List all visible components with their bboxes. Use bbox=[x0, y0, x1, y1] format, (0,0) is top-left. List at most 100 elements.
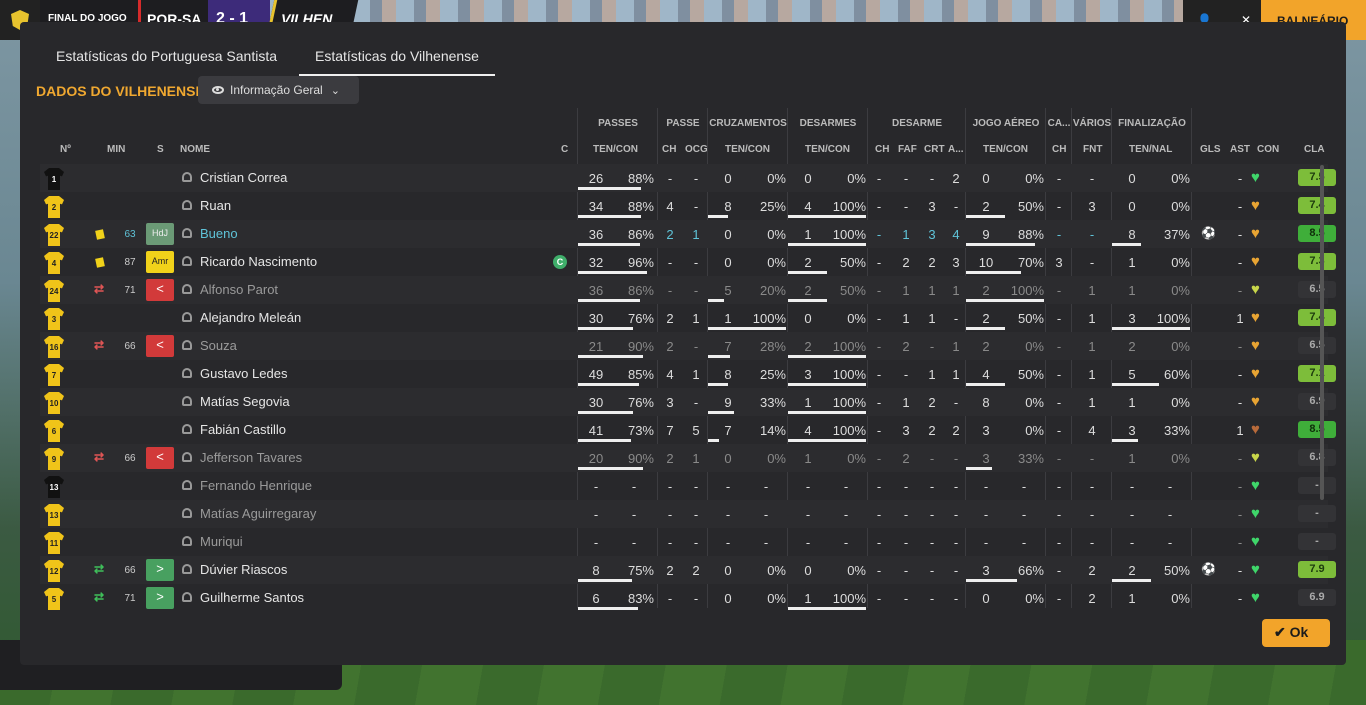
player-row[interactable]: 13 Fernando Henrique - - - - - - - - - - - - - - - - - - - ♥ - bbox=[40, 472, 1336, 500]
player-name[interactable]: Jefferson Tavares bbox=[200, 450, 302, 465]
player-row[interactable]: 9 ⇄ 66 < Jefferson Tavares 20 90% 2 1 0 0% 1 0% -2- -3… bbox=[40, 444, 1336, 472]
stat-ocg: - bbox=[693, 507, 699, 522]
player-name[interactable]: Fabián Castillo bbox=[200, 422, 286, 437]
stat-cp: 0% bbox=[767, 591, 786, 606]
player-name[interactable]: Ruan bbox=[200, 198, 231, 213]
col-gls[interactable]: GLS bbox=[1200, 144, 1221, 155]
player-name[interactable]: Guilherme Santos bbox=[200, 590, 304, 605]
player-name[interactable]: Alejandro Meleán bbox=[200, 310, 301, 325]
group-finalizacao: FINALIZAÇÃO bbox=[1118, 118, 1186, 129]
col-passe-ch[interactable]: CH bbox=[662, 144, 676, 155]
stat-pt: 21 bbox=[588, 339, 604, 354]
stat-ft: 1 bbox=[1128, 283, 1136, 298]
player-name[interactable]: Matías Aguirregaray bbox=[200, 506, 316, 521]
stat-at: 3 bbox=[982, 423, 990, 438]
stat-ocg: 5 bbox=[692, 423, 700, 438]
stat-ct: 1 bbox=[724, 311, 732, 326]
sub-out-icon: ⇄ bbox=[94, 282, 105, 296]
stat-fp: 0% bbox=[1171, 451, 1190, 466]
stat-dt: 1 bbox=[804, 591, 812, 606]
scrollbar[interactable] bbox=[1320, 165, 1324, 500]
stat-cach: - bbox=[1056, 283, 1062, 298]
col-passes-tencon[interactable]: TEN/CON bbox=[593, 144, 638, 155]
player-row[interactable]: 2 Ruan 34 88% 4-8 25% 4 100% - -3-2 50% -3 0 0% - ♥ 7.4 bbox=[40, 192, 1336, 220]
player-name[interactable]: Alfonso Parot bbox=[200, 282, 278, 297]
player-row[interactable]: 16 ⇄ 66 < Souza 21 90% 2-7 28% 2 100% -2-1 2 0% -1 2 0% -… bbox=[40, 332, 1336, 360]
stat-faf: - bbox=[903, 535, 909, 550]
col-passe-ocg[interactable]: OCG bbox=[685, 144, 708, 155]
col-final-tennal[interactable]: TEN/NAL bbox=[1129, 144, 1172, 155]
player-row[interactable]: 11 Muriqui - - - - - - - - - - - - - - - - - - - ♥ - bbox=[40, 528, 1336, 556]
group-desarmes: DESARMES bbox=[799, 118, 857, 129]
ratio-bar bbox=[788, 355, 866, 358]
stat-cp: 0% bbox=[767, 255, 786, 270]
col-varios-fnt[interactable]: FNT bbox=[1083, 144, 1102, 155]
col-min[interactable]: MIN bbox=[107, 144, 125, 155]
stat-dch: - bbox=[876, 199, 882, 214]
player-row[interactable]: 24 ⇄ 71 < Alfonso Parot 36 86% - -5 20% 2 50% -1 1 1 2 1… bbox=[40, 276, 1336, 304]
stat-fnt: 2 bbox=[1088, 563, 1096, 578]
player-name[interactable]: Ricardo Nascimento bbox=[200, 254, 317, 269]
view-dropdown[interactable]: Informação Geral ⌄ bbox=[198, 76, 359, 104]
captain-icon: C bbox=[553, 255, 567, 269]
player-row[interactable]: 6 Fabián Castillo 41 73% 7 5 7 14% 4 100% -3 2 2 3 0% -… bbox=[40, 416, 1336, 444]
player-name[interactable]: Cristian Correa bbox=[200, 170, 287, 185]
col-desarme-ch[interactable]: CH bbox=[875, 144, 889, 155]
person-icon bbox=[182, 368, 192, 378]
stat-ft: - bbox=[1129, 479, 1135, 494]
ratio-bar bbox=[708, 355, 730, 358]
col-desarme-a[interactable]: A... bbox=[948, 144, 964, 155]
rating-badge: 6.9 bbox=[1298, 589, 1336, 606]
tab-bar: Estatísticas do Portuguesa Santista Esta… bbox=[40, 40, 501, 78]
col-cla[interactable]: CLA bbox=[1304, 144, 1325, 155]
stat-ast: - bbox=[1237, 479, 1243, 494]
tab-portuguesa[interactable]: Estatísticas do Portuguesa Santista bbox=[40, 40, 293, 76]
col-desarmes-tencon[interactable]: TEN/CON bbox=[805, 144, 850, 155]
player-row[interactable]: 13 Matías Aguirregaray - - - - - - - - - - - - - - - - - - -… bbox=[40, 500, 1336, 528]
ok-button[interactable]: ✔ Ok bbox=[1262, 619, 1330, 647]
tab-vilhenense[interactable]: Estatísticas do Vilhenense bbox=[299, 40, 495, 76]
player-name[interactable]: Bueno bbox=[200, 226, 238, 241]
player-row[interactable]: 4 87 Amr Ricardo Nascimento C 32 96% - -0 0% 2 50% -… bbox=[40, 248, 1336, 276]
stat-pt: 49 bbox=[588, 367, 604, 382]
person-icon bbox=[182, 200, 192, 210]
col-ast[interactable]: AST bbox=[1230, 144, 1250, 155]
player-name[interactable]: Souza bbox=[200, 338, 237, 353]
ratio-bar bbox=[708, 215, 728, 218]
player-name[interactable]: Muriqui bbox=[200, 534, 243, 549]
col-desarme-crt[interactable]: CRT bbox=[924, 144, 945, 155]
stat-dt: - bbox=[805, 507, 811, 522]
player-row[interactable]: 10 Matías Segovia 30 76% 3-9 33% 1 100% -1 2-8 0% -… bbox=[40, 388, 1336, 416]
col-aereo-tencon[interactable]: TEN/CON bbox=[983, 144, 1028, 155]
player-name[interactable]: Dúvier Riascos bbox=[200, 562, 287, 577]
stat-fp: - bbox=[1167, 479, 1173, 494]
col-c[interactable]: C bbox=[561, 144, 568, 155]
player-name[interactable]: Matías Segovia bbox=[200, 394, 290, 409]
player-row[interactable]: 3 Alejandro Meleán 30 76% 2 1 1 100% 0 0% -1 1-2 50%… bbox=[40, 304, 1336, 332]
player-row[interactable]: 5 ⇄ 71 > Guilherme Santos 6 83% - -0 0% 1 100% - - - -0… bbox=[40, 584, 1336, 612]
col-desarme-faf[interactable]: FAF bbox=[898, 144, 917, 155]
stat-pch: - bbox=[667, 171, 673, 186]
condition-heart-icon: ♥ bbox=[1251, 337, 1260, 354]
col-num[interactable]: Nº bbox=[60, 144, 71, 155]
player-row[interactable]: 12 ⇄ 66 > Dúvier Riascos 8 75% 2 2 0 0% 0 0% - - - -3 66%… bbox=[40, 556, 1336, 584]
player-row[interactable]: 1 Cristian Correa 26 88% - -0 0% 0 0% - - -2 0 0% - -0 0… bbox=[40, 164, 1336, 192]
player-name[interactable]: Gustavo Ledes bbox=[200, 366, 287, 381]
stat-at: 2 bbox=[982, 283, 990, 298]
stat-ct: 0 bbox=[724, 451, 732, 466]
col-nome[interactable]: NOME bbox=[180, 144, 210, 155]
stat-ft: 1 bbox=[1128, 395, 1136, 410]
stat-dp: 0% bbox=[847, 171, 866, 186]
col-s[interactable]: S bbox=[157, 144, 164, 155]
player-row[interactable]: 22 63 HdJ Bueno 36 86% 2 1 0 0% 1 100% -1 3 4 9 88% - -8 37… bbox=[40, 220, 1336, 248]
stat-dt: 0 bbox=[804, 311, 812, 326]
ratio-bar bbox=[1112, 383, 1159, 386]
player-name[interactable]: Fernando Henrique bbox=[200, 478, 312, 493]
col-con[interactable]: CON bbox=[1257, 144, 1279, 155]
stat-crt: 1 bbox=[928, 367, 936, 382]
stat-faf: 2 bbox=[902, 339, 910, 354]
col-cruz-tencon[interactable]: TEN/CON bbox=[725, 144, 770, 155]
player-row[interactable]: 7 Gustavo Ledes 49 85% 4 1 8 25% 3 100% - -1 1 4 50% -1… bbox=[40, 360, 1336, 388]
stat-dt: 0 bbox=[804, 563, 812, 578]
col-ca-ch[interactable]: CH bbox=[1052, 144, 1066, 155]
